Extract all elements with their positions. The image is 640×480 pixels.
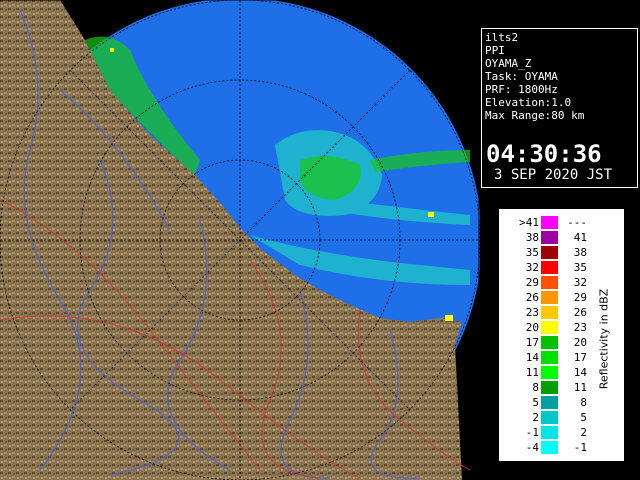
legend-low-value: 20	[525, 321, 539, 334]
legend-color-swatch	[541, 261, 558, 274]
legend-color-swatch	[541, 291, 558, 304]
legend-color-swatch	[541, 351, 558, 364]
legend-high-value: 5	[580, 411, 587, 424]
legend-high-value: ---	[567, 216, 587, 229]
legend-color-swatch	[541, 366, 558, 379]
legend-low-value: -4	[525, 441, 539, 454]
legend-unit-label: Reflectivity in dBZ	[597, 288, 611, 390]
legend-high-value: 38	[573, 246, 587, 259]
legend-high-value: 11	[573, 381, 587, 394]
legend-high-value: 20	[573, 336, 587, 349]
legend-color-swatch	[541, 246, 558, 259]
legend-color-swatch	[541, 381, 558, 394]
legend-high-value: 26	[573, 306, 587, 319]
observation-time: 04:30:36	[486, 140, 602, 168]
legend-low-value: 8	[532, 381, 539, 394]
legend-low-value: >41	[519, 216, 539, 229]
legend-high-value: 32	[573, 276, 587, 289]
legend-color-swatch	[541, 411, 558, 424]
legend-low-value: 26	[525, 291, 539, 304]
legend-low-value: 35	[525, 246, 539, 259]
task-label: Task: OYAMA	[485, 70, 558, 83]
legend-low-value: 23	[525, 306, 539, 319]
legend-high-value: 2	[580, 426, 587, 439]
prf-label: PRF: 1800Hz	[485, 83, 558, 96]
legend-high-value: 23	[573, 321, 587, 334]
legend-high-value: 17	[573, 351, 587, 364]
legend-low-value: -1	[525, 426, 539, 439]
legend-color-swatch	[541, 441, 558, 454]
product-label: OYAMA_Z	[485, 57, 532, 70]
legend-color-swatch	[541, 321, 558, 334]
reflectivity-legend: >41 --- 38 41 35 38 32 35 29 32 26 29 23…	[498, 208, 625, 462]
legend-color-swatch	[541, 216, 558, 229]
legend-low-value: 2	[532, 411, 539, 424]
legend-low-value: 11	[525, 366, 539, 379]
legend-color-swatch	[541, 306, 558, 319]
legend-high-value: 29	[573, 291, 587, 304]
legend-low-value: 5	[532, 396, 539, 409]
legend-low-value: 17	[525, 336, 539, 349]
observation-date: 3 SEP 2020 JST	[494, 167, 613, 183]
legend-high-value: 14	[573, 366, 587, 379]
legend-low-value: 29	[525, 276, 539, 289]
legend-row: >41 ---	[499, 215, 624, 230]
legend-color-swatch	[541, 396, 558, 409]
legend-high-value: 41	[573, 231, 587, 244]
info-panel: ilts2 PPI OYAMA_Z Task: OYAMA PRF: 1800H…	[481, 28, 638, 188]
radar-ppi-map[interactable]	[0, 0, 480, 480]
radar-id-label: ilts2	[485, 31, 519, 44]
scan-type-label: PPI	[485, 44, 505, 57]
legend-low-value: 38	[525, 231, 539, 244]
legend-color-swatch	[541, 426, 558, 439]
legend-row: -4 -1	[499, 440, 624, 455]
legend-low-value: 14	[525, 351, 539, 364]
legend-high-value: 35	[573, 261, 587, 274]
legend-low-value: 32	[525, 261, 539, 274]
legend-high-value: 8	[580, 396, 587, 409]
legend-unit-label-box: Reflectivity in dBZ	[594, 239, 614, 439]
legend-color-swatch	[541, 336, 558, 349]
legend-color-swatch	[541, 231, 558, 244]
elevation-label: Elevation:1.0	[485, 96, 572, 109]
legend-high-value: -1	[573, 441, 587, 454]
max-range-label: Max Range:80 km	[485, 109, 585, 122]
legend-color-swatch	[541, 276, 558, 289]
